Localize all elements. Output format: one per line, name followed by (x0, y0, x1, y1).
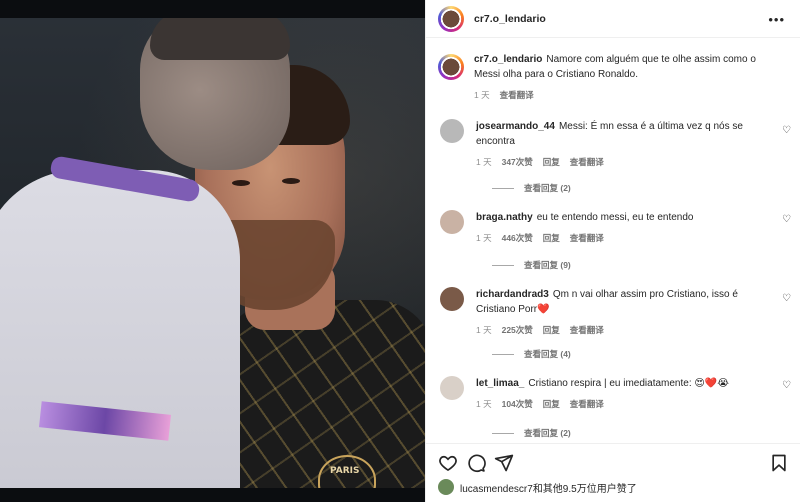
comment-likes[interactable]: 446次赞 (502, 231, 533, 246)
translate-link[interactable]: 查看翻译 (500, 88, 534, 103)
heart-icon[interactable]: ♡ (782, 125, 791, 136)
photo-top-border (0, 0, 425, 18)
reply-button[interactable]: 回复 (543, 397, 560, 412)
divider (492, 432, 514, 434)
view-replies-button[interactable]: 查看回复 (2) (470, 427, 571, 439)
photo-figure-left-body (0, 170, 240, 502)
likes-summary[interactable]: lucasmendescr7和其他9.5万位用户赞了 (438, 479, 637, 495)
avatar[interactable] (438, 5, 464, 32)
comments-list[interactable]: cr7.o_lendario Namore com alguém que te o… (426, 38, 800, 443)
avatar[interactable] (440, 287, 464, 311)
translate-link[interactable]: 查看翻译 (570, 323, 604, 338)
view-replies-button[interactable]: 查看回复 (2) (470, 182, 571, 194)
translate-link[interactable]: 查看翻译 (570, 155, 604, 170)
comment-likes[interactable]: 347次赞 (502, 155, 533, 170)
comment-time: 1 天 (476, 399, 492, 409)
comment-time: 1 天 (476, 157, 492, 167)
post-actions-bar (426, 443, 800, 479)
post-side-panel: cr7.o_lendario ••• cr7.o_lendario Namore … (425, 0, 800, 502)
avatar[interactable] (440, 210, 464, 234)
heart-icon[interactable]: ♡ (782, 214, 791, 225)
translate-link[interactable]: 查看翻译 (570, 231, 604, 246)
photo-eye (282, 178, 300, 184)
avatar (438, 479, 454, 495)
post-header: cr7.o_lendario ••• (426, 0, 800, 38)
view-replies-label: 查看回复 (9) (524, 260, 571, 270)
view-replies-label: 查看回复 (2) (524, 183, 571, 193)
post-author-username[interactable]: cr7.o_lendario (474, 13, 546, 25)
post-modal: PARIS cr7.o_lendario ••• cr7.o_lendario N… (0, 0, 800, 502)
caption-time: 1 天 (474, 90, 490, 100)
divider (492, 187, 514, 189)
send-icon[interactable] (494, 453, 514, 473)
comment-likes[interactable]: 104次赞 (502, 397, 533, 412)
comment-username[interactable]: let_limaa_ (476, 378, 524, 389)
list-item: josearmando_44 Messi: É mn essa é a últim… (438, 119, 766, 170)
caption-username[interactable]: cr7.o_lendario (474, 54, 542, 65)
list-item: richardandrad3 Qm n vai olhar assim pro C… (438, 287, 766, 338)
comment-username[interactable]: richardandrad3 (476, 289, 549, 300)
comment-text: eu te entendo messi, eu te entendo (536, 212, 694, 223)
view-replies-button[interactable]: 查看回复 (9) (470, 259, 571, 271)
club-crest-text: PARIS (330, 466, 360, 476)
comment-time: 1 天 (476, 233, 492, 243)
avatar[interactable] (440, 119, 464, 143)
list-item: let_limaa_ Cristiano respira | eu imediat… (438, 376, 766, 412)
more-horizontal-icon[interactable]: ••• (768, 12, 785, 27)
reply-button[interactable]: 回复 (543, 155, 560, 170)
likes-summary-text: lucasmendescr7和其他9.5万位用户赞了 (460, 483, 637, 495)
avatar[interactable] (438, 54, 464, 80)
avatar[interactable] (440, 376, 464, 400)
comment-username[interactable]: josearmando_44 (476, 121, 555, 132)
comment-text: Cristiano respira | eu imediatamente: 😍❤… (528, 378, 729, 389)
heart-icon[interactable] (438, 453, 458, 473)
reply-button[interactable]: 回复 (543, 323, 560, 338)
view-replies-label: 查看回复 (2) (524, 428, 571, 438)
view-replies-label: 查看回复 (4) (524, 349, 571, 359)
comment-time: 1 天 (476, 325, 492, 335)
heart-icon[interactable]: ♡ (782, 293, 791, 304)
translate-link[interactable]: 查看翻译 (570, 397, 604, 412)
divider (492, 264, 514, 266)
divider (492, 353, 514, 355)
post-photo[interactable]: PARIS (0, 0, 425, 502)
list-item: braga.nathy eu te entendo messi, eu te en… (438, 210, 766, 246)
comment-icon[interactable] (466, 453, 486, 473)
heart-icon[interactable]: ♡ (782, 380, 791, 391)
reply-button[interactable]: 回复 (543, 231, 560, 246)
photo-eye (232, 180, 250, 186)
caption: cr7.o_lendario Namore com alguém que te o… (438, 52, 774, 103)
comment-username[interactable]: braga.nathy (476, 212, 533, 223)
comment-likes[interactable]: 225次赞 (502, 323, 533, 338)
photo-bottom-border (0, 488, 425, 502)
bookmark-icon[interactable] (769, 453, 789, 473)
view-replies-button[interactable]: 查看回复 (4) (470, 348, 571, 360)
